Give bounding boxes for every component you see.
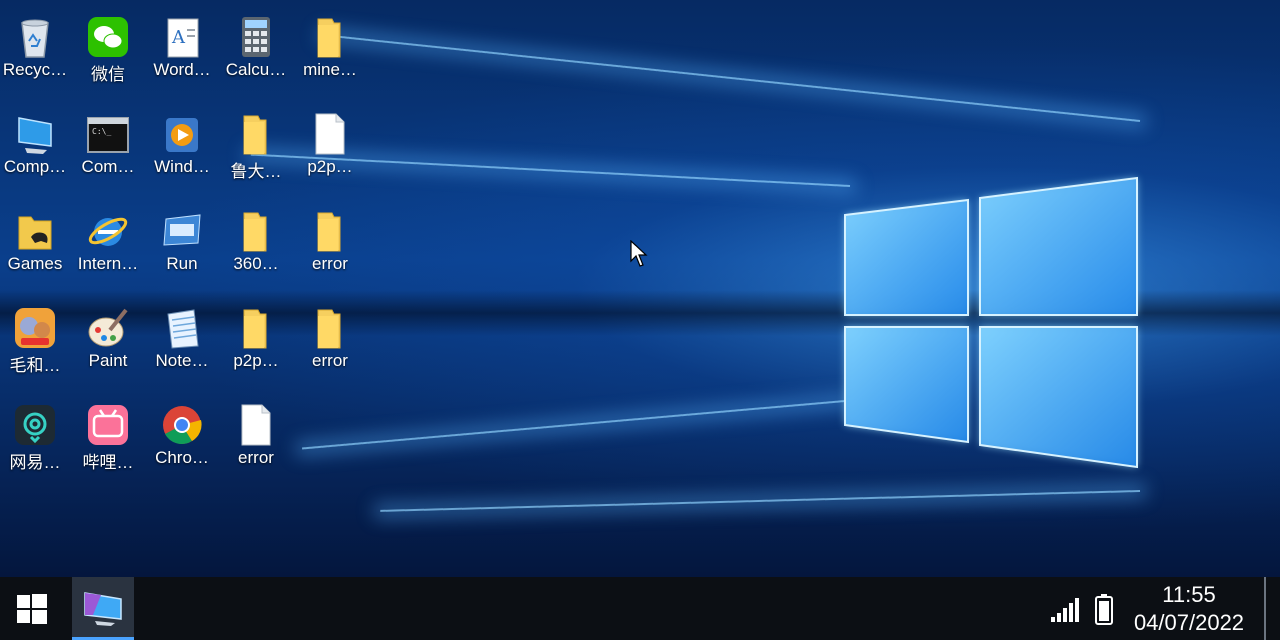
desktop-icon-wechat[interactable]: 微信 [72, 5, 144, 97]
icon-label: error [312, 254, 348, 273]
bilibili-icon [88, 405, 128, 445]
desktop-icon-wordpad[interactable]: A Word… [146, 5, 218, 97]
desktop-icon-internet-explorer[interactable]: Intern… [72, 199, 144, 291]
desktop-icon-folder-error-1[interactable]: error [294, 199, 366, 291]
computer-icon [18, 117, 52, 154]
icon-label: Chro… [155, 448, 209, 467]
wechat-icon [88, 17, 128, 57]
folder-icon [243, 115, 267, 155]
icon-label: Games [7, 254, 63, 273]
desktop-icon-netease[interactable]: 网易… [0, 393, 71, 485]
folder-icon [317, 212, 341, 252]
windows-logo-wallpaper [844, 176, 1138, 469]
folder-icon [243, 309, 267, 349]
desktop-icon-folder-ludashi[interactable]: 鲁大… [220, 102, 292, 194]
icon-label: Com… [81, 157, 135, 176]
cellular-signal-icon [1051, 598, 1079, 622]
desktop-icon-calculator[interactable]: Calcu… [220, 5, 292, 97]
desktop-icon-games[interactable]: Games [0, 199, 71, 291]
icon-label: Intern… [77, 254, 139, 273]
icon-label: mine… [303, 60, 357, 79]
desktop-icon-folder-360[interactable]: 360… [220, 199, 292, 291]
icon-label: Paint [88, 351, 128, 370]
desktop-icon-folder-mine[interactable]: mine… [294, 5, 366, 97]
internet-explorer-icon [88, 217, 128, 246]
folder-icon [243, 212, 267, 252]
icon-label: 鲁大… [230, 162, 282, 181]
desktop-icon-media-player[interactable]: Wind… [146, 102, 218, 194]
folder-icon [317, 309, 341, 349]
icon-label: Note… [155, 351, 209, 370]
clock-date[interactable]: 04/07/2022 [1124, 610, 1254, 636]
desktop-icon-command-prompt[interactable]: C:\_ Com… [72, 102, 144, 194]
icon-label: Recyc… [2, 60, 68, 79]
desktop-icon-paint[interactable]: Paint [72, 296, 144, 388]
recycle-bin-icon [21, 19, 49, 58]
desktop-icon-folder-error-2[interactable]: error [294, 296, 366, 388]
tom-jerry-game-icon [15, 308, 55, 348]
mouse-cursor-icon [630, 240, 648, 267]
icon-label: Wind… [154, 157, 210, 176]
media-player-icon [166, 118, 198, 152]
icon-label: Calcu… [225, 60, 287, 79]
desktop-icon-bilibili[interactable]: 哔哩… [72, 393, 144, 485]
document-icon [315, 113, 345, 155]
icon-label: Run [166, 254, 198, 273]
svg-text:A: A [171, 27, 186, 48]
windows-start-icon [17, 594, 47, 624]
icon-label: 网易… [9, 453, 61, 472]
run-icon [163, 214, 201, 246]
wordpad-icon: A [167, 18, 199, 58]
icon-label: error [312, 351, 348, 370]
desktop-icon-recycle-bin[interactable]: Recyc… [0, 5, 71, 97]
clock-time[interactable]: 11:55 [1126, 582, 1252, 608]
icon-label: p2p… [307, 157, 353, 176]
desktop-icon-chrome[interactable]: Chro… [146, 393, 218, 485]
document-icon [241, 404, 271, 446]
desktop-icon-document-error[interactable]: error [220, 393, 292, 485]
icon-label: 微信 [91, 65, 125, 84]
wallpaper-beam [324, 34, 1141, 122]
notepad-icon [167, 309, 199, 349]
show-desktop-button[interactable] [1264, 577, 1266, 640]
desktop: Recyc… Comp… Games 毛和… 网易… 微信 C:\_ Com… … [0, 0, 1280, 577]
battery-icon[interactable] [1094, 593, 1114, 625]
icon-label: 毛和… [9, 356, 61, 375]
taskbar: 11:55 04/07/2022 [0, 577, 1280, 640]
folder-icon [317, 18, 341, 58]
taskbar-app-button[interactable] [72, 577, 134, 640]
icon-label: p2p… [233, 351, 279, 370]
wallpaper-beam [380, 490, 1141, 512]
icon-label: 360… [233, 254, 279, 273]
games-folder-icon [18, 216, 52, 250]
chrome-icon [163, 406, 202, 445]
desktop-app-icon [84, 592, 122, 626]
start-button[interactable] [0, 577, 66, 640]
svg-text:C:\_: C:\_ [92, 127, 111, 136]
icon-label: 哔哩… [82, 453, 134, 472]
paint-icon [88, 308, 128, 347]
netease-icon [15, 405, 55, 445]
desktop-icon-tom-jerry[interactable]: 毛和… [0, 296, 71, 388]
icon-label: Word… [153, 60, 211, 79]
icon-label: Comp… [3, 157, 67, 176]
desktop-icon-run[interactable]: Run [146, 199, 218, 291]
wallpaper-beam [301, 400, 846, 450]
desktop-icon-folder-p2p[interactable]: p2p… [220, 296, 292, 388]
calculator-icon [242, 17, 270, 57]
command-prompt-icon: C:\_ [87, 117, 129, 153]
desktop-icon-computer[interactable]: Comp… [0, 102, 71, 194]
desktop-icon-document-p2p[interactable]: p2p… [294, 102, 366, 194]
icon-label: error [238, 448, 274, 467]
desktop-icon-notepad[interactable]: Note… [146, 296, 218, 388]
